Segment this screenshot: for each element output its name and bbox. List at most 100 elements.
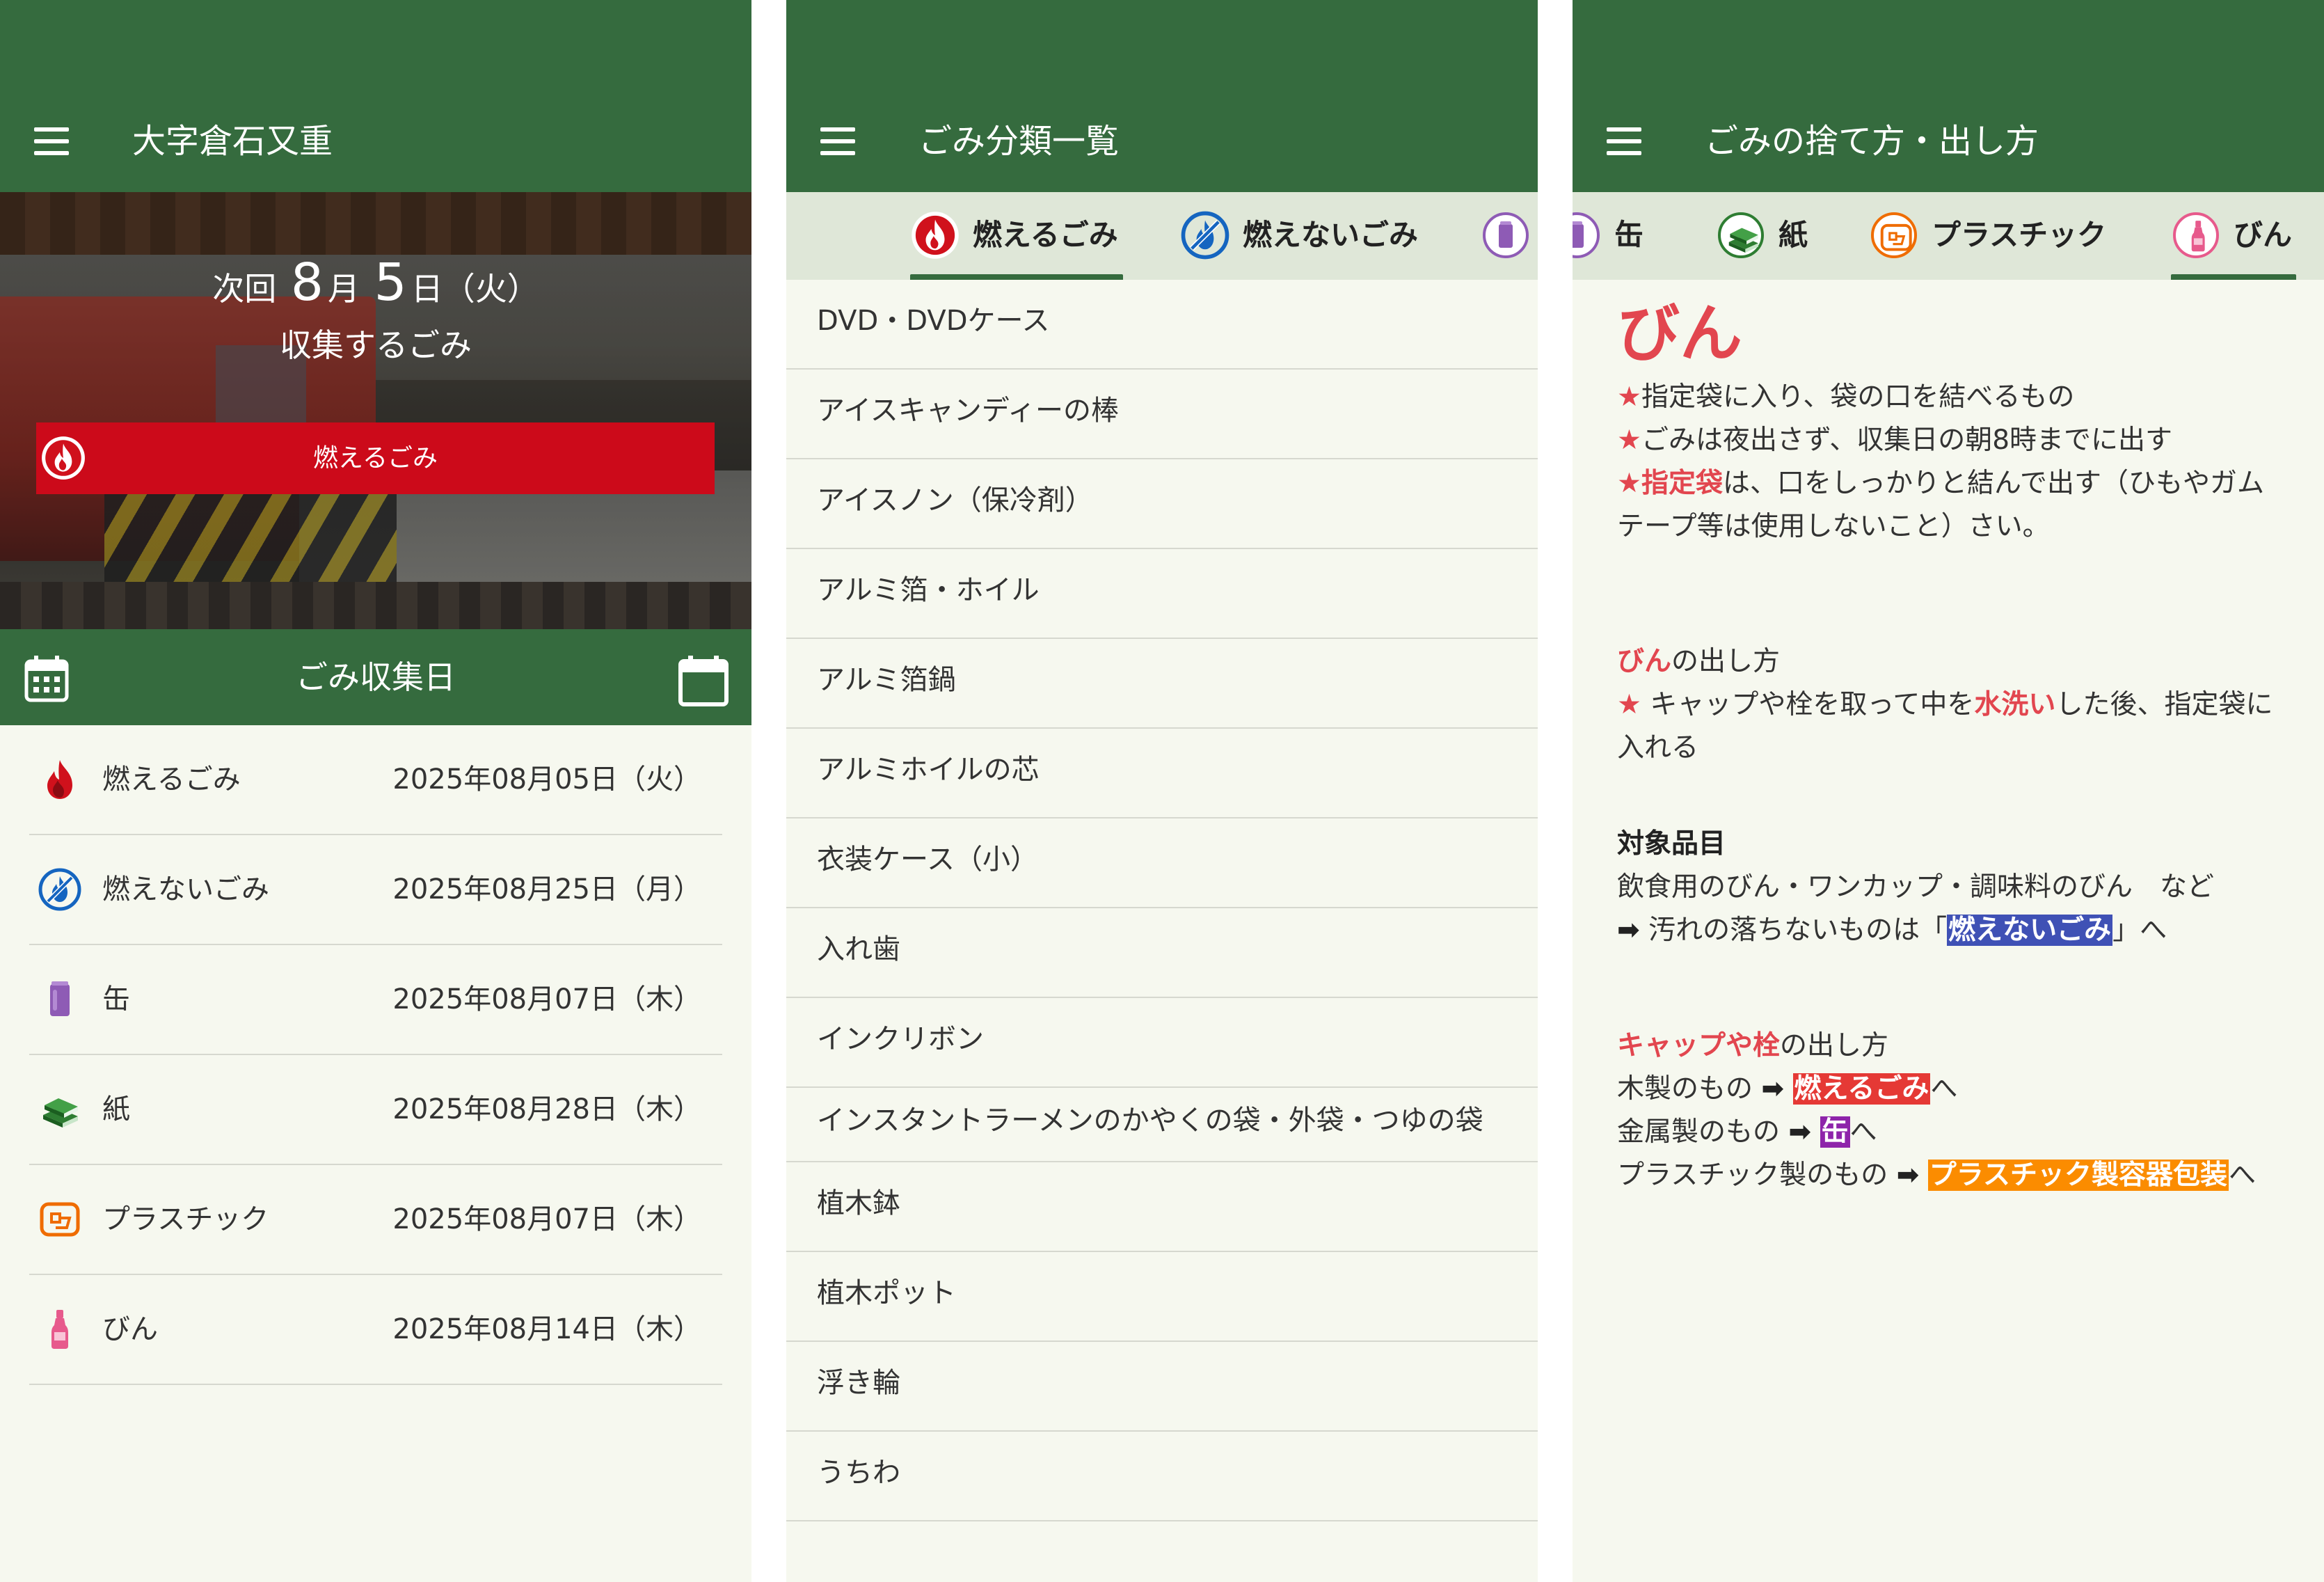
tab-bottle[interactable]: びん — [2171, 192, 2310, 280]
list-item[interactable]: 植木鉢 — [786, 1162, 1538, 1252]
schedule-row[interactable]: 紙 2025年08月28日（木） — [29, 1055, 722, 1165]
can-link[interactable]: 缶 — [1820, 1116, 1850, 1148]
dirty-line: ➡ 汚れの落ちないものは「燃えないごみ」へ — [1617, 909, 2285, 952]
schedule-header: ごみ収集日 — [0, 629, 751, 725]
flame-icon — [910, 210, 960, 260]
page-title: 大字倉石又重 — [132, 122, 333, 161]
list-item[interactable]: インクリボン — [786, 998, 1538, 1088]
method-suffix: の出し方 — [1671, 646, 1781, 677]
cap-text: 金属製のもの — [1617, 1116, 1781, 1148]
app-bar: ごみの捨て方・出し方 — [1573, 0, 2324, 192]
list-item[interactable]: DVD・DVDケース — [786, 280, 1538, 370]
item-list: DVD・DVDケース アイスキャンディーの棒 アイスノン（保冷剤） アルミ箔・ホ… — [786, 280, 1538, 1521]
schedule-type: 燃えるごみ — [102, 764, 241, 796]
rule-text: ごみは夜出さず、収集日の朝8時までに出す — [1641, 425, 2173, 456]
paper-books-icon — [38, 1087, 82, 1132]
schedule-row[interactable]: 燃えないごみ 2025年08月25日（月） — [29, 835, 722, 945]
schedule-date: 2025年08月28日（木） — [392, 1093, 701, 1125]
plastic-link[interactable]: プラスチック製容器包装 — [1927, 1160, 2229, 1191]
schedule-date: 2025年08月14日（木） — [392, 1313, 701, 1345]
tab-label: 燃えるごみ — [973, 218, 1118, 252]
plastic-icon — [38, 1197, 82, 1242]
method-line: ★ キャップや栓を取って中を水洗いした後、指定袋に入れる — [1617, 683, 2285, 770]
plastic-icon — [1871, 212, 1917, 258]
next-collection-date: 次回 8月 5 日（火） — [0, 248, 751, 324]
rule-line: ★指定袋は、口をしっかりと結んで出す（ひもやガムテープ等は使用しないこと）さい。 — [1617, 462, 2285, 548]
tab-non-burnable[interactable]: 燃えないごみ — [1180, 192, 1431, 280]
dirty-text: 汚れの落ちないものは「 — [1648, 915, 1948, 946]
star-icon: ★ — [1617, 468, 1641, 499]
no-burn-icon — [1180, 210, 1230, 260]
rule-line: ★指定袋に入り、袋の口を結べるもの — [1617, 376, 2285, 419]
schedule-type: 燃えないごみ — [102, 873, 269, 905]
schedule-type: 缶 — [102, 983, 130, 1015]
rule-emphasis: 指定袋 — [1641, 468, 1723, 499]
tab-plastic[interactable]: プラスチック — [1869, 192, 2119, 280]
schedule-row[interactable]: プラスチック 2025年08月07日（木） — [29, 1165, 722, 1275]
schedule-date: 2025年08月25日（月） — [392, 873, 701, 905]
paper-books-icon — [1718, 212, 1764, 258]
list-item[interactable]: アルミホイルの芯 — [786, 729, 1538, 818]
schedule-row[interactable]: 燃えるごみ 2025年08月05日（火） — [29, 725, 722, 835]
list-item[interactable]: アイスキャンディーの棒 — [786, 370, 1538, 459]
can-icon — [38, 977, 82, 1022]
method-heading: びんの出し方 — [1617, 640, 2285, 683]
cap-text: へ — [2228, 1160, 2256, 1191]
no-burn-icon — [38, 867, 82, 912]
method-wash-emphasis: 水洗い — [1974, 689, 2056, 720]
list-item[interactable]: うちわ — [786, 1432, 1538, 1521]
classification-screen: ごみ分類一覧 燃えるごみ 燃えないごみ DVD・DVDケース アイスキャンディー… — [786, 0, 1538, 1582]
cap-text: プラスチック製のもの — [1617, 1160, 1888, 1191]
tab-burnable[interactable]: 燃えるごみ — [910, 192, 1126, 280]
schedule-row[interactable]: 缶 2025年08月07日（木） — [29, 945, 722, 1055]
list-item[interactable]: アルミ箔・ホイル — [786, 549, 1538, 639]
next-day: 5 — [374, 253, 407, 313]
cap-line-wood: 木製のもの ➡ 燃えるごみへ — [1617, 1068, 2285, 1111]
next-prefix: 次回 — [212, 270, 277, 308]
tab-selected-indicator — [910, 274, 1123, 280]
rule-text: 指定袋に入り、袋の口を結べるもの — [1641, 381, 2075, 413]
list-item[interactable]: 浮き輪 — [786, 1342, 1538, 1432]
list-item[interactable]: 衣装ケース（小） — [786, 818, 1538, 908]
cap-emphasis: キャップや栓 — [1617, 1030, 1781, 1061]
target-items: 飲食用のびん・ワンカップ・調味料のびん など — [1617, 871, 2215, 903]
list-item[interactable]: 植木ポット — [786, 1252, 1538, 1342]
list-item[interactable]: 入れ歯 — [786, 908, 1538, 998]
tab-selected-indicator — [2171, 274, 2296, 280]
category-heading: びん — [1617, 297, 1742, 370]
can-icon — [1573, 212, 1600, 258]
next-type-bar[interactable]: 燃えるごみ — [36, 422, 715, 494]
hero-banner: 次回 8月 5 日（火） 収集するごみ 燃えるごみ — [0, 192, 751, 629]
cap-suffix: の出し方 — [1780, 1030, 1889, 1061]
tab-paper[interactable]: 紙 — [1716, 192, 1813, 280]
schedule-date: 2025年08月05日（火） — [392, 764, 701, 796]
hamburger-menu-icon[interactable] — [820, 127, 855, 157]
schedule-type: 紙 — [102, 1093, 130, 1125]
page-title: ごみの捨て方・出し方 — [1705, 122, 2039, 161]
tab-label: 缶 — [1614, 218, 1644, 252]
burnable-link[interactable]: 燃えるごみ — [1792, 1073, 1931, 1105]
tab-label: プラスチック — [1932, 218, 2107, 252]
bottle-icon — [38, 1307, 82, 1352]
howto-screen: ごみの捨て方・出し方 缶 紙 プラスチック びん びん ★指定袋に入り、袋の口を… — [1573, 0, 2324, 1582]
bottle-icon — [2173, 212, 2219, 258]
tab-can[interactable]: 缶 — [1573, 192, 1649, 280]
calendar-icon[interactable] — [677, 654, 730, 707]
hamburger-menu-icon[interactable] — [1607, 127, 1641, 157]
tab-can[interactable] — [1481, 192, 1538, 280]
tab-label: びん — [2234, 218, 2293, 252]
method-text: キャップや栓を取って中を — [1641, 689, 1975, 720]
next-weekday: （火） — [443, 270, 539, 308]
tab-label: 紙 — [1778, 218, 1808, 252]
list-item[interactable]: アルミ箔鍋 — [786, 639, 1538, 729]
list-item[interactable]: インスタントラーメンのかやくの袋・外袋・つゆの袋 — [786, 1088, 1538, 1162]
schedule-row[interactable]: びん 2025年08月14日（木） — [29, 1275, 722, 1385]
list-item[interactable]: アイスノン（保冷剤） — [786, 459, 1538, 549]
non-burnable-link[interactable]: 燃えないごみ — [1947, 915, 2113, 946]
month-unit: 月 — [328, 270, 360, 308]
method-emphasis: びん — [1617, 646, 1672, 677]
schedule-date: 2025年08月07日（木） — [392, 1203, 701, 1235]
hamburger-menu-icon[interactable] — [34, 127, 69, 157]
target-heading: 対象品目 — [1617, 828, 1726, 860]
cap-text: へ — [1930, 1073, 1958, 1105]
